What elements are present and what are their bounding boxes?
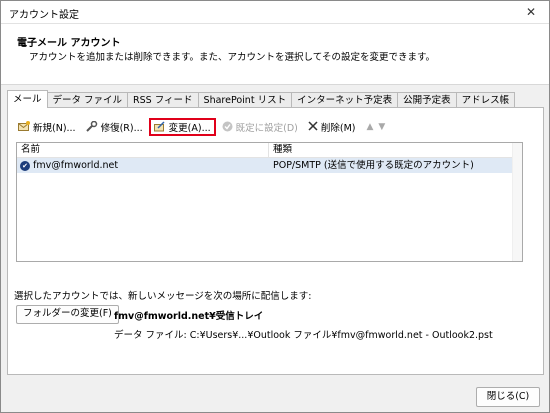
delete-button[interactable]: 削除(M) xyxy=(304,118,360,136)
repair-button[interactable]: 修復(R)... xyxy=(82,118,147,136)
account-type-cell: POP/SMTP (送信で使用する既定のアカウント) xyxy=(273,160,474,171)
column-header-type[interactable]: 種類 xyxy=(269,143,292,157)
wrench-icon xyxy=(85,120,98,134)
tab-mail[interactable]: メール xyxy=(7,90,48,108)
list-scrollbar[interactable] xyxy=(512,143,522,261)
set-default-button[interactable]: 既定に設定(D) xyxy=(218,118,302,136)
move-down-icon[interactable]: ▼ xyxy=(378,122,385,132)
close-button[interactable]: 閉じる(C) xyxy=(476,387,540,407)
new-account-label: 新規(N)... xyxy=(33,123,76,134)
delivery-label: 選択したアカウントでは、新しいメッセージを次の場所に配信します: xyxy=(14,291,312,302)
tab-data-files[interactable]: データ ファイル xyxy=(46,92,129,108)
change-folder-button[interactable]: フォルダーの変更(F) xyxy=(16,305,119,324)
header-title: 電子メール アカウント xyxy=(17,38,121,49)
tab-rss-feeds[interactable]: RSS フィード xyxy=(127,92,199,108)
window-title: アカウント設定 xyxy=(9,10,79,21)
delete-x-icon xyxy=(308,121,318,133)
default-account-check-icon: ✔ xyxy=(20,160,30,171)
tab-sharepoint-lists[interactable]: SharePoint リスト xyxy=(197,92,293,108)
account-settings-dialog: アカウント設定 ✕ 電子メール アカウント アカウントを追加または削除できます。… xyxy=(0,0,550,413)
account-toolbar: 新規(N)... 修復(R)... 変更(A)... 既定に設定(D) 削除(M… xyxy=(14,118,390,136)
tab-strip: メール データ ファイル RSS フィード SharePoint リスト インタ… xyxy=(7,90,516,108)
header-description: アカウントを追加または削除できます。また、アカウントを選択してその設定を変更でき… xyxy=(29,52,436,63)
change-label: 変更(A)... xyxy=(168,123,211,134)
change-account-icon xyxy=(153,120,166,134)
new-account-button[interactable]: 新規(N)... xyxy=(14,118,80,136)
inbox-path: fmv@fmworld.net¥受信トレイ xyxy=(114,311,264,322)
repair-label: 修復(R)... xyxy=(100,123,143,134)
account-name-cell: ✔ fmv@fmworld.net xyxy=(17,158,269,173)
account-list-header: 名前 種類 xyxy=(17,143,522,158)
close-icon[interactable]: ✕ xyxy=(513,1,549,23)
tab-published-calendars[interactable]: 公開予定表 xyxy=(397,92,457,108)
checkmark-icon xyxy=(222,121,233,134)
tab-address-books[interactable]: アドレス帳 xyxy=(455,92,516,108)
column-header-name[interactable]: 名前 xyxy=(17,143,269,157)
account-list: 名前 種類 ✔ fmv@fmworld.net POP/SMTP (送信で使用す… xyxy=(16,142,523,262)
tab-internet-calendars[interactable]: インターネット予定表 xyxy=(291,92,399,108)
title-bar: アカウント設定 ✕ xyxy=(1,1,549,24)
change-button[interactable]: 変更(A)... xyxy=(148,118,216,136)
dialog-header: 電子メール アカウント アカウントを追加または削除できます。また、アカウントを選… xyxy=(1,24,549,85)
mail-tab-panel: 新規(N)... 修復(R)... 変更(A)... 既定に設定(D) 削除(M… xyxy=(7,107,544,375)
data-file-path: データ ファイル: C:¥Users¥...¥Outlook ファイル¥fmv@… xyxy=(114,330,493,341)
set-default-label: 既定に設定(D) xyxy=(235,123,298,134)
new-account-icon xyxy=(18,120,30,134)
table-row[interactable]: ✔ fmv@fmworld.net POP/SMTP (送信で使用する既定のアカ… xyxy=(17,158,522,173)
account-name: fmv@fmworld.net xyxy=(33,160,119,171)
move-up-icon[interactable]: ▲ xyxy=(367,122,374,132)
delete-label: 削除(M) xyxy=(320,123,356,134)
